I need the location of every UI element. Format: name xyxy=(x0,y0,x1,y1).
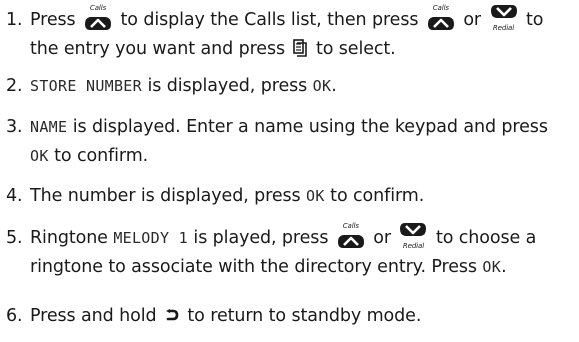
step-2: 2. STORE NUMBER is displayed, press OK. xyxy=(6,72,576,101)
lcd-display-text: OK xyxy=(482,258,502,276)
calls-up-button-icon: Calls xyxy=(426,4,456,32)
redial-down-button-icon: Redial xyxy=(398,222,428,250)
step-number: 5. xyxy=(6,228,23,248)
step-number: 4. xyxy=(6,186,23,206)
step-6: 6. Press and hold to return to standby mo… xyxy=(6,302,576,333)
lcd-display-text: NAME xyxy=(30,118,68,136)
redial-down-button-icon: Redial xyxy=(489,4,519,32)
step-4: 4. The number is displayed, press OK to c… xyxy=(6,182,576,211)
step-number: 3. xyxy=(6,117,23,137)
step-3: 3. NAME is displayed. Enter a name using … xyxy=(6,113,576,171)
lcd-display-text: STORE NUMBER xyxy=(30,77,142,95)
back-arrow-icon xyxy=(165,304,179,333)
step-number: 2. xyxy=(6,76,23,96)
lcd-display-text: MELODY 1 xyxy=(113,229,188,247)
lcd-display-text: OK xyxy=(306,187,325,205)
step-number: 1. xyxy=(6,10,23,30)
menu-select-icon xyxy=(293,38,308,67)
step-1: 1. Press Calls to display the Calls list,… xyxy=(6,4,576,67)
calls-up-button-icon: Calls xyxy=(336,222,366,250)
lcd-display-text: OK xyxy=(312,77,332,95)
calls-up-button-icon: Calls xyxy=(83,4,113,32)
step-number: 6. xyxy=(6,306,23,326)
lcd-display-text: OK xyxy=(30,147,49,165)
step-5: 5. Ringtone MELODY 1 is played, press Cal… xyxy=(6,222,537,277)
